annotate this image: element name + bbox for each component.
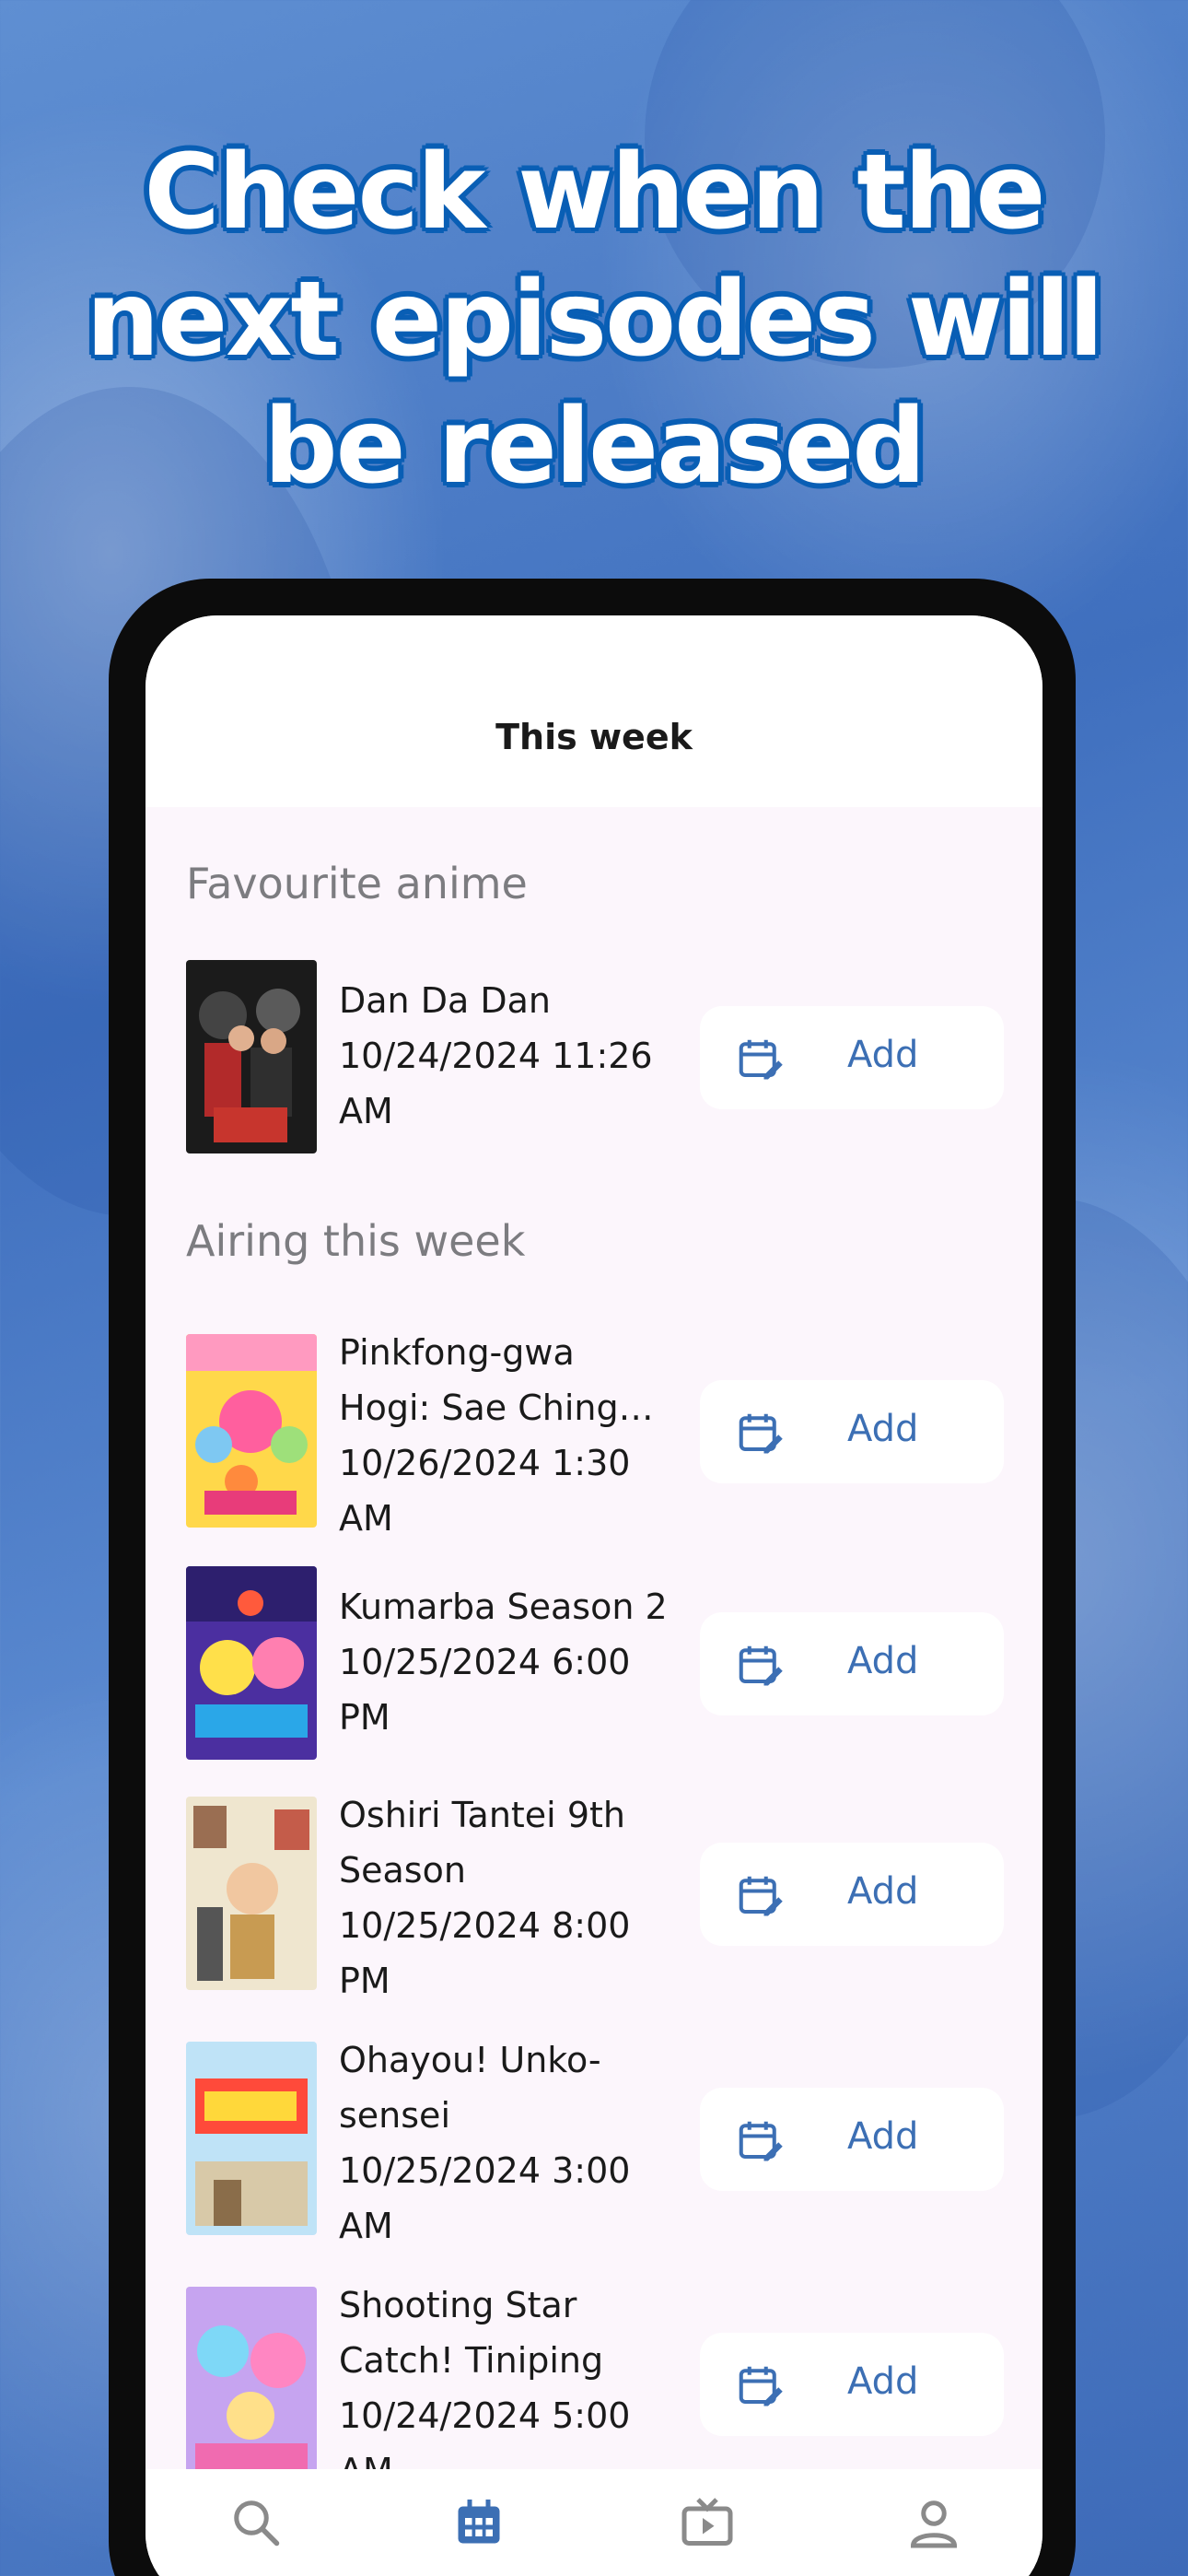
headline-line-2: next episodes will	[86, 260, 1103, 380]
calendar-edit-icon	[739, 2121, 783, 2161]
add-button-label: Add	[847, 2115, 919, 2158]
anime-title: Ohayou! Unko-	[339, 2040, 601, 2080]
add-button-label: Add	[847, 1408, 919, 1450]
list-item[interactable]: Shooting Star Catch! Tiniping 10/24/2024…	[146, 2285, 1042, 2469]
air-date: 10/24/2024 11:26	[339, 1036, 653, 1076]
calendar-edit-icon	[739, 1413, 783, 1454]
poster-image	[186, 2042, 317, 2235]
list-item[interactable]: Dan Da Dan 10/24/2024 11:26 AM Add	[146, 960, 1042, 1153]
air-date: 10/25/2024 8:00	[339, 1905, 631, 1946]
app-header: This week	[146, 615, 1042, 807]
anime-title-cont: Catch! Tiniping	[339, 2340, 604, 2381]
section-title-airing: Airing this week	[186, 1216, 526, 1266]
poster-image	[186, 1566, 317, 1760]
list-item[interactable]: Pinkfong-gwa Hogi: Sae Chingu... 10/26/2…	[146, 1332, 1042, 1539]
air-date-suffix: AM	[339, 2206, 393, 2246]
air-date: 10/24/2024 5:00	[339, 2395, 631, 2436]
air-date-suffix: PM	[339, 1961, 390, 2001]
app-screen: This week Favourite anime Dan Da Dan 10/…	[146, 615, 1042, 2576]
anime-title-cont: Season	[339, 1850, 466, 1891]
air-date: 10/26/2024 1:30	[339, 1443, 631, 1483]
anime-title-cont: Hogi: Sae Chingu...	[339, 1388, 670, 1428]
add-button-label: Add	[847, 2360, 919, 2403]
air-date-suffix: PM	[339, 1697, 390, 1738]
promo-headline: Check when the next episodes will be rel…	[0, 129, 1188, 510]
headline-line-1: Check when the	[144, 133, 1046, 252]
calendar-edit-icon	[739, 1876, 783, 1916]
add-to-calendar-button[interactable]: Add	[700, 1612, 1004, 1715]
list-item[interactable]: Oshiri Tantei 9th Season 10/25/2024 8:00…	[146, 1795, 1042, 2001]
add-to-calendar-button[interactable]: Add	[700, 1380, 1004, 1483]
add-to-calendar-button[interactable]: Add	[700, 1006, 1004, 1109]
anime-title: Dan Da Dan	[339, 980, 551, 1021]
anime-title: Kumarba Season 2	[339, 1587, 668, 1627]
add-button-label: Add	[847, 1870, 919, 1913]
air-date: 10/25/2024 6:00	[339, 1642, 631, 1682]
calendar-edit-icon	[739, 1645, 783, 1686]
calendar-icon[interactable]	[451, 2495, 507, 2550]
poster-image	[186, 960, 317, 1153]
tv-icon[interactable]	[680, 2495, 735, 2550]
calendar-edit-icon	[739, 1039, 783, 1080]
section-title-favourite: Favourite anime	[186, 859, 528, 908]
search-icon[interactable]	[228, 2495, 284, 2550]
add-button-label: Add	[847, 1034, 919, 1076]
add-to-calendar-button[interactable]: Add	[700, 2088, 1004, 2191]
poster-image	[186, 1334, 317, 1528]
calendar-edit-icon	[739, 2366, 783, 2406]
profile-icon[interactable]	[906, 2495, 961, 2550]
air-date-suffix: AM	[339, 1091, 393, 1131]
anime-title: Oshiri Tantei 9th	[339, 1795, 625, 1835]
anime-title: Shooting Star	[339, 2285, 577, 2325]
add-to-calendar-button[interactable]: Add	[700, 2333, 1004, 2436]
poster-image	[186, 2287, 317, 2469]
air-date-suffix: AM	[339, 2443, 670, 2469]
list-item[interactable]: Kumarba Season 2 10/25/2024 6:00 PM Add	[146, 1566, 1042, 1760]
air-date: 10/25/2024 3:00	[339, 2150, 631, 2191]
page-title: This week	[495, 717, 693, 757]
air-date-suffix: AM	[339, 1498, 393, 1539]
anime-title-cont: sensei	[339, 2095, 450, 2136]
anime-title: Pinkfong-gwa	[339, 1332, 575, 1373]
schedule-list[interactable]: Favourite anime Dan Da Dan 10/24/2024 11…	[146, 807, 1042, 2469]
poster-image	[186, 1797, 317, 1990]
add-button-label: Add	[847, 1640, 919, 1682]
add-to-calendar-button[interactable]: Add	[700, 1843, 1004, 1946]
list-item[interactable]: Ohayou! Unko- sensei 10/25/2024 3:00 AM …	[146, 2040, 1042, 2246]
bottom-tab-bar	[146, 2469, 1042, 2576]
headline-line-3: be released	[263, 387, 926, 507]
